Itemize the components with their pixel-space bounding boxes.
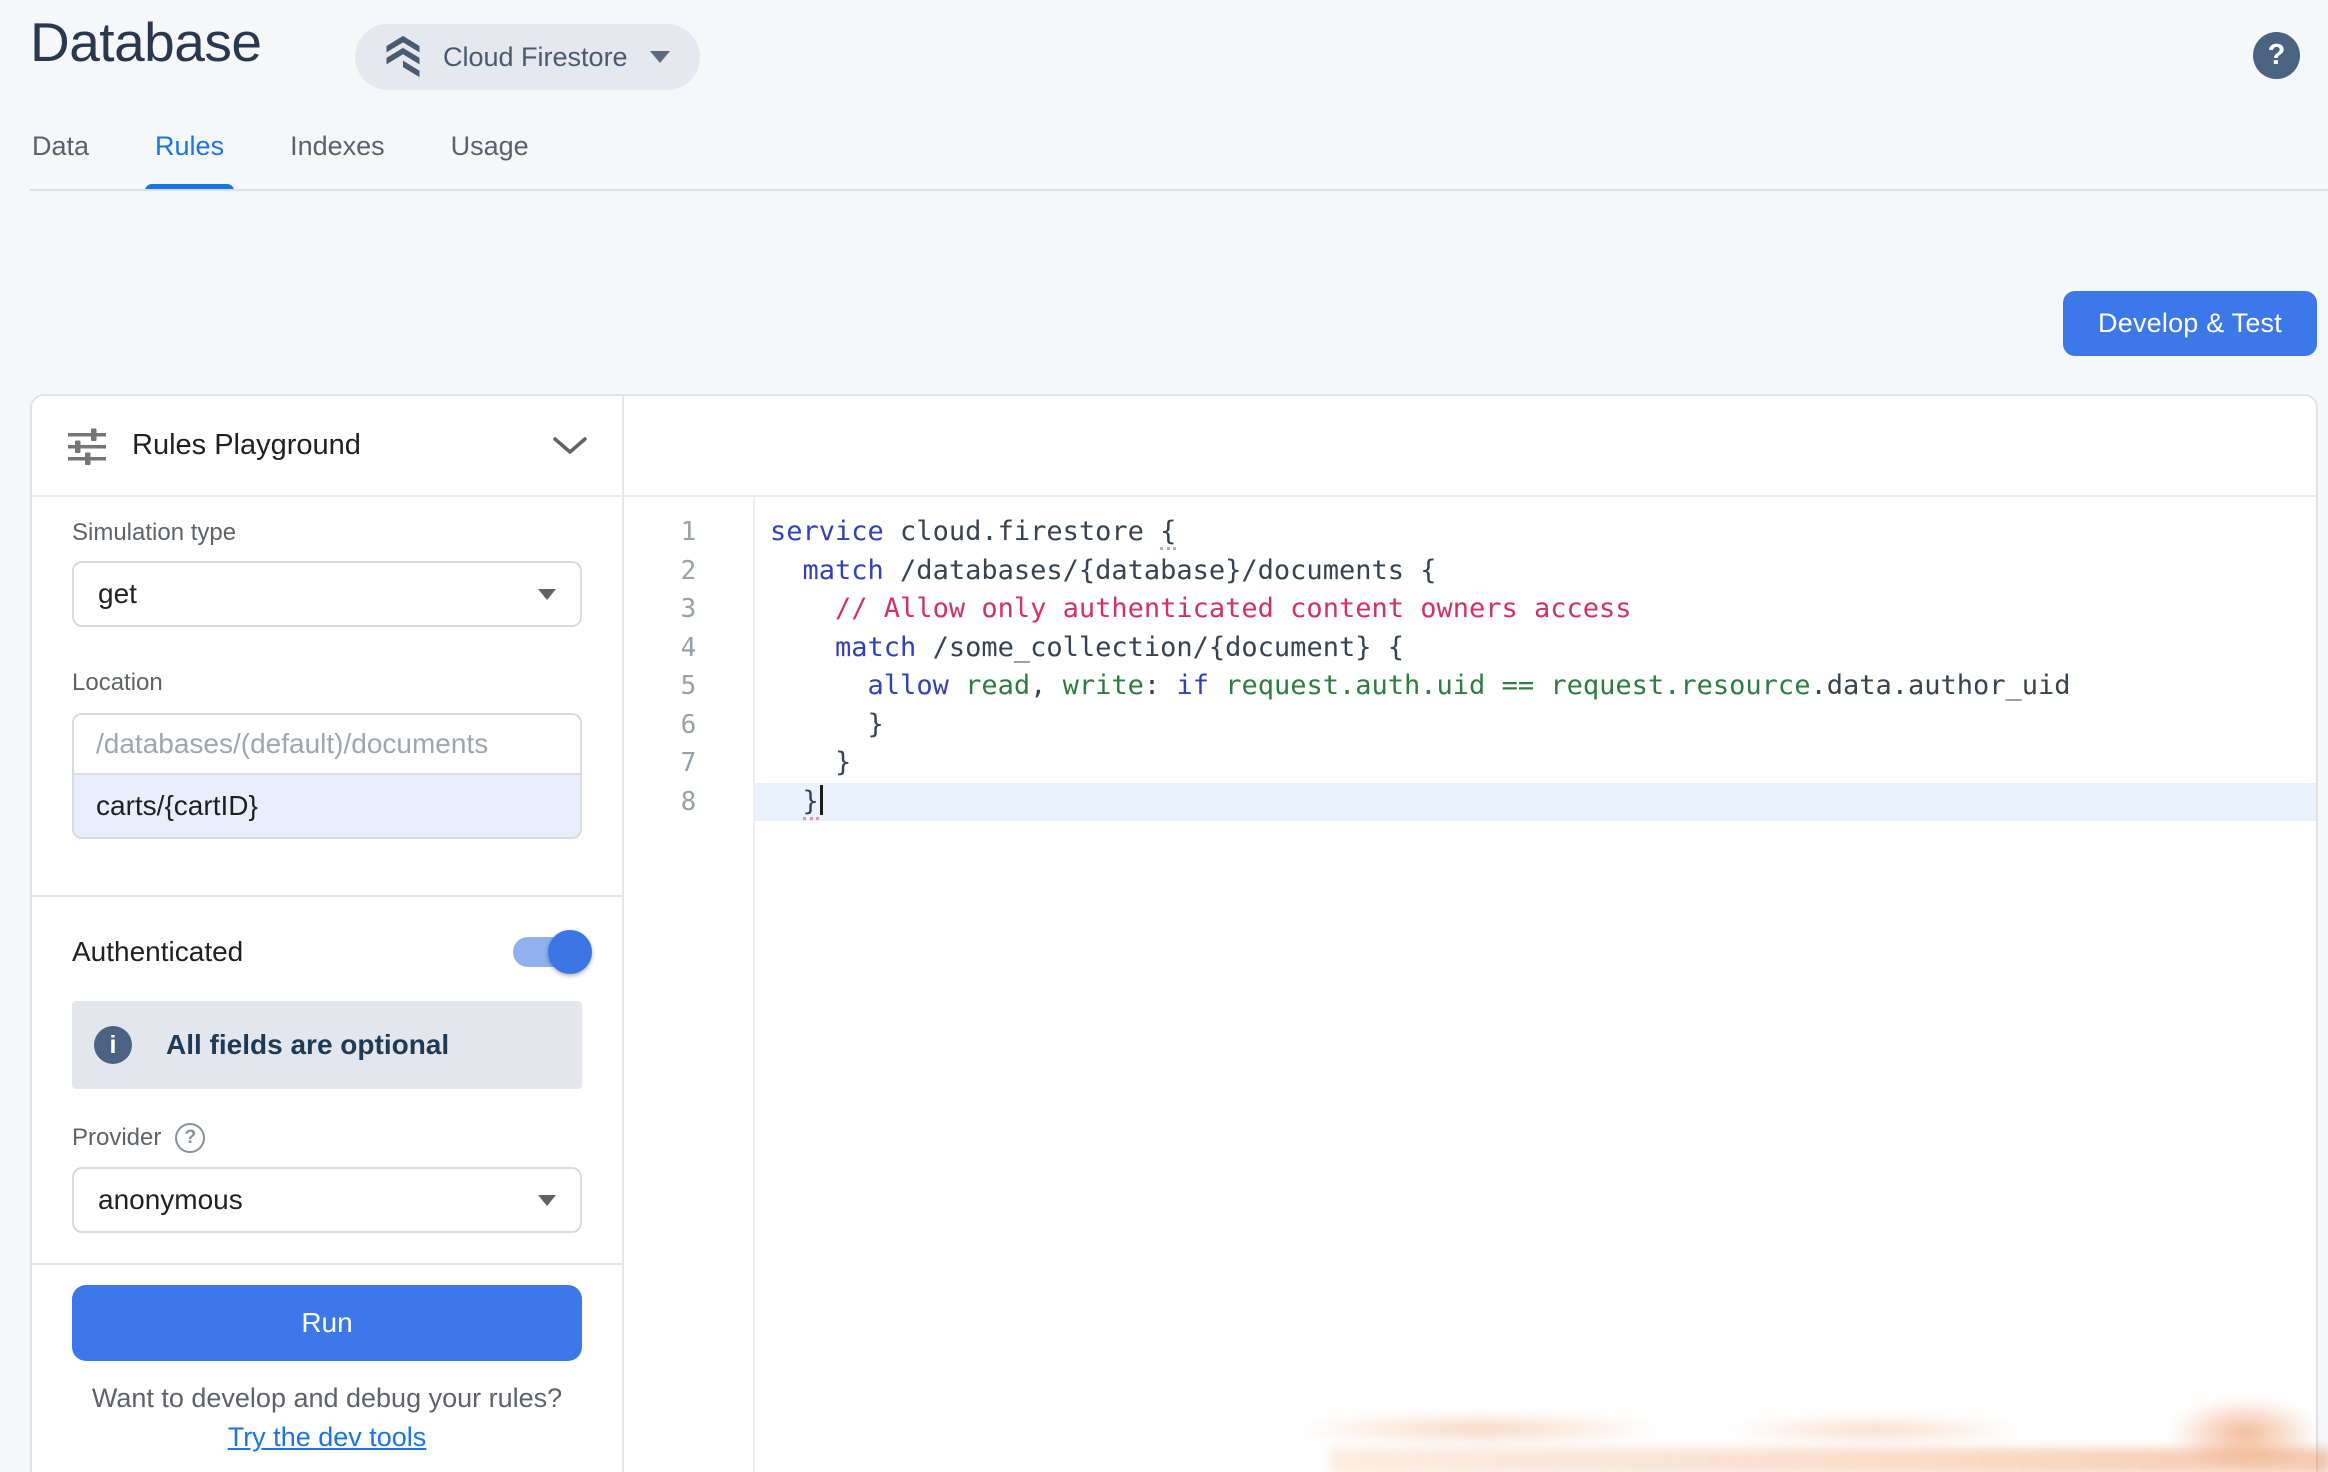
gutter-divider bbox=[753, 497, 755, 1472]
tab-label: Rules bbox=[155, 131, 224, 161]
playground-body: Simulation type get Location /databases/… bbox=[32, 497, 622, 1472]
tab-label: Data bbox=[32, 131, 89, 161]
code-line[interactable]: 4 match /some_collection/{document} { bbox=[624, 629, 2316, 668]
code-line-content[interactable]: } bbox=[755, 744, 2316, 783]
code-line-content[interactable]: match /some_collection/{document} { bbox=[755, 629, 2316, 668]
caret-down-icon bbox=[650, 51, 670, 63]
tab-label: Indexes bbox=[290, 131, 385, 161]
code-line[interactable]: 5 allow read, write: if request.auth.uid… bbox=[624, 667, 2316, 706]
info-icon bbox=[94, 1026, 132, 1064]
app-header: Database Cloud Firestore bbox=[30, 8, 2328, 100]
dev-tools-link[interactable]: Try the dev tools bbox=[72, 1422, 582, 1453]
line-number: 7 bbox=[624, 744, 753, 783]
caret-down-icon bbox=[538, 589, 556, 600]
tab-usage[interactable]: Usage bbox=[449, 131, 531, 191]
code-line-content[interactable]: match /databases/{database}/documents { bbox=[755, 552, 2316, 591]
code-lines: 1service cloud.firestore {2 match /datab… bbox=[624, 513, 2316, 821]
code-line[interactable]: 7 } bbox=[624, 744, 2316, 783]
provider-row: Provider bbox=[72, 1123, 582, 1153]
provider-label: Provider bbox=[72, 1124, 161, 1152]
develop-test-button[interactable]: Develop & Test bbox=[2063, 291, 2317, 356]
line-number: 6 bbox=[624, 706, 753, 745]
code-line[interactable]: 1service cloud.firestore { bbox=[624, 513, 2316, 552]
code-line-content[interactable]: } bbox=[755, 783, 2316, 822]
line-number: 2 bbox=[624, 552, 753, 591]
tune-icon bbox=[66, 425, 108, 467]
line-number: 1 bbox=[624, 513, 753, 552]
tab-data[interactable]: Data bbox=[30, 131, 91, 191]
line-number: 5 bbox=[624, 667, 753, 706]
code-line[interactable]: 2 match /databases/{database}/documents … bbox=[624, 552, 2316, 591]
authenticated-row: Authenticated bbox=[72, 927, 582, 977]
rules-playground-panel: Rules Playground Simulation type get Loc… bbox=[32, 396, 624, 1472]
tab-indexes[interactable]: Indexes bbox=[288, 131, 387, 191]
rules-editor: 1service cloud.firestore {2 match /datab… bbox=[624, 396, 2316, 1472]
code-line-content[interactable]: allow read, write: if request.auth.uid =… bbox=[755, 667, 2316, 706]
code-editor[interactable]: 1service cloud.firestore {2 match /datab… bbox=[624, 497, 2316, 1472]
simulation-type-label: Simulation type bbox=[72, 519, 582, 547]
text-cursor bbox=[820, 785, 823, 815]
code-line-content[interactable]: // Allow only authenticated content owne… bbox=[755, 590, 2316, 629]
line-number: 3 bbox=[624, 590, 753, 629]
editor-toolbar bbox=[624, 396, 2316, 497]
product-label: Cloud Firestore bbox=[443, 42, 628, 73]
rules-card: Rules Playground Simulation type get Loc… bbox=[30, 394, 2318, 1472]
caret-down-icon bbox=[538, 1195, 556, 1206]
code-line[interactable]: 8 } bbox=[624, 783, 2316, 822]
playground-header[interactable]: Rules Playground bbox=[32, 396, 622, 497]
help-icon[interactable] bbox=[2253, 32, 2300, 79]
dev-tools-question: Want to develop and debug your rules? bbox=[72, 1383, 582, 1414]
chevron-down-icon[interactable] bbox=[552, 436, 588, 456]
authenticated-toggle[interactable] bbox=[513, 937, 590, 967]
tab-rules[interactable]: Rules bbox=[153, 131, 226, 191]
divider bbox=[32, 895, 622, 897]
line-number: 8 bbox=[624, 783, 753, 822]
location-input[interactable]: carts/{cartID} bbox=[74, 775, 580, 837]
code-line-content[interactable]: service cloud.firestore { bbox=[755, 513, 2316, 552]
location-label: Location bbox=[72, 669, 582, 697]
location-placeholder: /databases/(default)/documents bbox=[74, 715, 580, 775]
provider-help-icon[interactable] bbox=[175, 1123, 205, 1153]
tabs-divider bbox=[30, 189, 2328, 191]
info-message: All fields are optional bbox=[166, 1029, 449, 1061]
run-button[interactable]: Run bbox=[72, 1285, 582, 1361]
product-selector[interactable]: Cloud Firestore bbox=[355, 24, 700, 90]
code-line[interactable]: 6 } bbox=[624, 706, 2316, 745]
line-number: 4 bbox=[624, 629, 753, 668]
info-banner: All fields are optional bbox=[72, 1001, 582, 1089]
provider-select[interactable]: anonymous bbox=[72, 1167, 582, 1233]
simulation-type-value: get bbox=[98, 578, 137, 610]
location-field[interactable]: /databases/(default)/documents carts/{ca… bbox=[72, 713, 582, 839]
code-line[interactable]: 3 // Allow only authenticated content ow… bbox=[624, 590, 2316, 629]
authenticated-label: Authenticated bbox=[72, 936, 243, 968]
code-line-content[interactable]: } bbox=[755, 706, 2316, 745]
tabs: Data Rules Indexes Usage bbox=[30, 131, 593, 191]
playground-title: Rules Playground bbox=[132, 429, 361, 462]
page-title: Database bbox=[30, 10, 261, 74]
divider bbox=[32, 1263, 622, 1265]
firestore-icon bbox=[381, 33, 425, 81]
toggle-knob bbox=[548, 930, 592, 974]
provider-value: anonymous bbox=[98, 1184, 243, 1216]
simulation-type-select[interactable]: get bbox=[72, 561, 582, 627]
tab-label: Usage bbox=[451, 131, 529, 161]
